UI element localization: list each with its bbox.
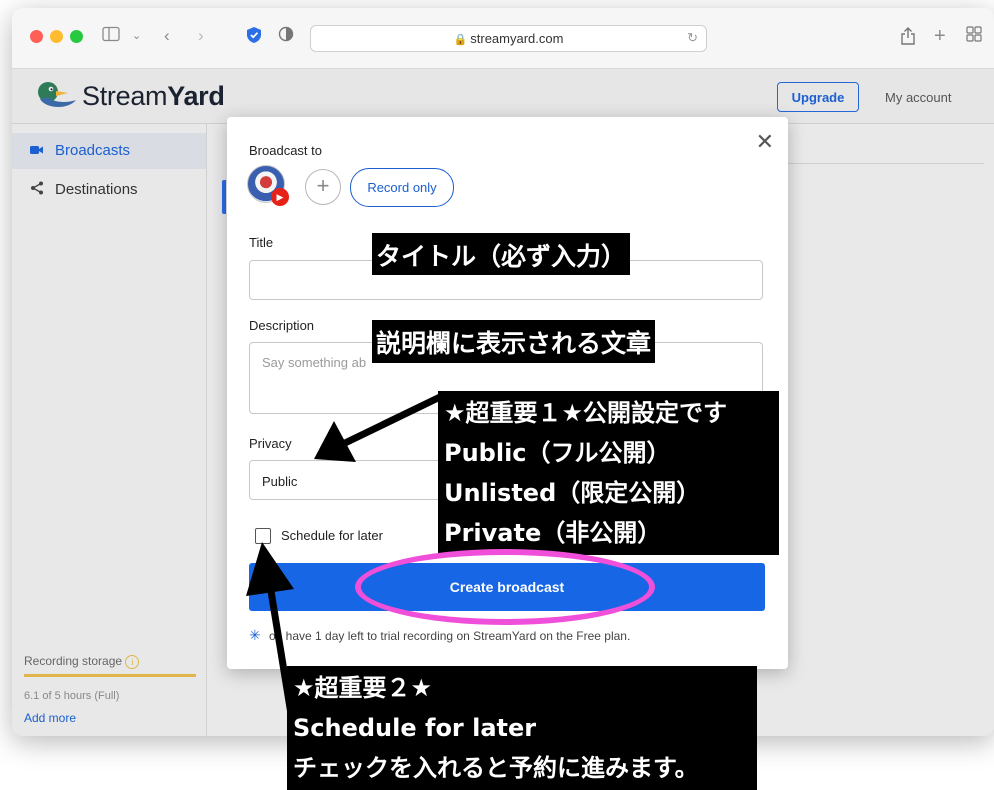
schedule-arrow <box>246 542 296 721</box>
privacy-arrow <box>314 393 442 462</box>
annotation-arrows <box>246 393 442 721</box>
